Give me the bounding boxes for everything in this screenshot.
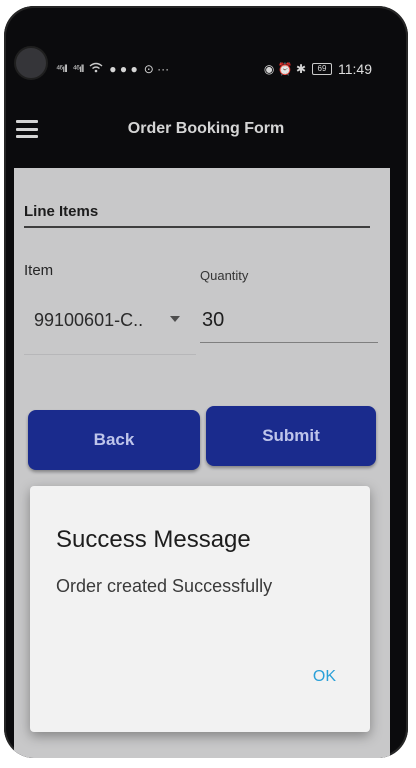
dialog-title: Success Message [56, 526, 251, 553]
success-dialog: Success Message Order created Successful… [30, 486, 370, 732]
dialog-message: Order created Successfully [56, 576, 273, 596]
ok-button[interactable]: OK [313, 668, 336, 686]
